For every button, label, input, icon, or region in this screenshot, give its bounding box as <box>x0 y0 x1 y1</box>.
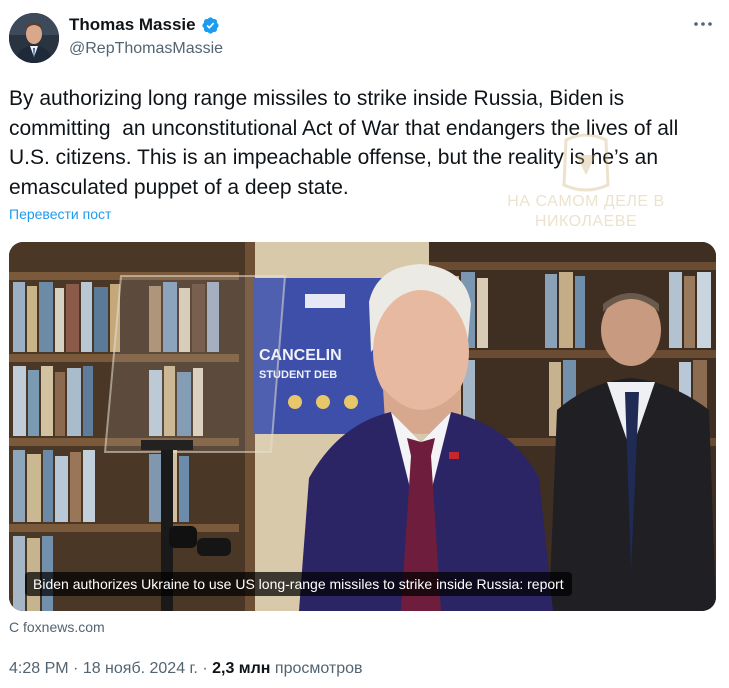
author-name-row: Thomas Massie <box>69 15 220 35</box>
verified-badge-icon[interactable] <box>201 16 220 35</box>
media-caption: Biden authorizes Ukraine to use US long-… <box>25 572 572 596</box>
photo-illustration: CANCELIN STUDENT DEB <box>9 242 716 611</box>
author-handle[interactable]: @RepThomasMassie <box>69 40 223 58</box>
avatar[interactable] <box>9 13 59 63</box>
tweet-time[interactable]: 4:28 PM <box>9 660 69 677</box>
link-source[interactable]: С foxnews.com <box>9 619 105 635</box>
tweet-meta: 4:28 PM · 18 нояб. 2024 г. · 2,3 млн про… <box>9 660 363 678</box>
views-label: просмотров <box>270 660 363 677</box>
tweet-card: Thomas Massie @RepThomasMassie By author… <box>0 0 729 688</box>
media-image[interactable]: CANCELIN STUDENT DEB Biden authorizes Uk… <box>9 242 716 611</box>
author-display-name[interactable]: Thomas Massie <box>69 15 196 35</box>
avatar-image <box>9 13 59 63</box>
translate-post-link[interactable]: Перевести пост <box>9 206 111 222</box>
tweet-text: By authorizing long range missiles to st… <box>9 87 685 199</box>
more-options-icon[interactable] <box>691 14 715 34</box>
tweet-date[interactable]: 18 нояб. 2024 г. <box>83 660 198 677</box>
meta-separator: · <box>68 660 83 677</box>
meta-separator-2: · <box>197 660 213 677</box>
views-count[interactable]: 2,3 млн <box>212 660 270 677</box>
